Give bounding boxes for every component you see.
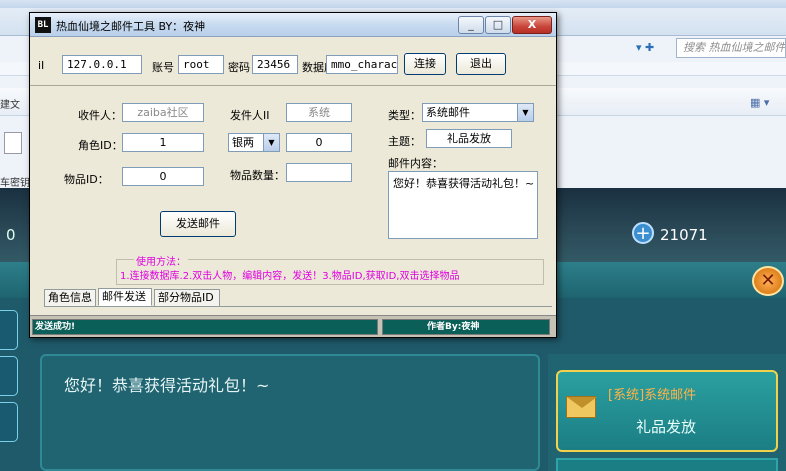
mail-type-select[interactable]: 系统邮件 ▼ <box>422 103 534 122</box>
game-side-tab[interactable] <box>0 356 18 396</box>
separator <box>30 85 556 86</box>
item-id-field[interactable]: 0 <box>122 167 204 186</box>
window-title: 热血仙境之邮件工具 BY：夜神 <box>56 20 206 33</box>
minimize-button[interactable]: _ <box>458 16 484 34</box>
usage-title: 使用方法： <box>134 253 188 268</box>
maximize-button[interactable]: □ <box>485 16 511 34</box>
status-message: 发送成功! <box>32 319 378 335</box>
game-side-tab[interactable] <box>0 402 18 442</box>
refresh-icon[interactable]: ▾ ✚ <box>636 38 674 58</box>
add-currency-icon[interactable]: + <box>632 222 654 244</box>
mail-tool-window: BL 热血仙境之邮件工具 BY：夜神 _ □ X iI 127.0.0.1 账号… <box>29 12 557 338</box>
subject-label: 主题： <box>388 135 421 148</box>
view-options-icon[interactable]: ▦ ▾ <box>750 96 769 109</box>
status-bar: 发送成功! 作者By:夜神 <box>30 315 556 337</box>
item-qty-field[interactable] <box>286 163 352 182</box>
tab-item-ids[interactable]: 部分物品ID <box>154 289 220 306</box>
mail-type-select-value: 系统邮件 <box>426 106 470 119</box>
envelope-icon <box>566 396 597 418</box>
recipient-field[interactable]: zaiba社区 <box>122 103 204 122</box>
mail-content-textarea[interactable]: 您好！恭喜获得活动礼包！~ <box>388 171 538 239</box>
exit-button[interactable]: 退出 <box>456 53 506 75</box>
content-label: 邮件内容： <box>388 157 443 170</box>
connect-button[interactable]: 连接 <box>404 53 446 75</box>
document-icon[interactable] <box>4 132 22 154</box>
game-mail-card-next[interactable] <box>556 458 778 471</box>
game-currency-value: 21071 <box>660 226 708 244</box>
close-button[interactable]: X <box>512 16 552 34</box>
item-qty-label: 物品数量： <box>230 169 285 182</box>
tab-strip: 角色信息 邮件发送 部分物品ID <box>44 288 554 306</box>
database-field[interactable]: mmo_charact <box>326 55 398 74</box>
send-mail-button[interactable]: 发送邮件 <box>160 211 236 237</box>
tab-baseline <box>44 306 552 307</box>
background-titlebar <box>0 0 786 8</box>
game-close-icon[interactable]: ✕ <box>752 266 784 296</box>
item-id-label: 物品ID： <box>64 173 109 186</box>
account-label: 账号 <box>152 61 174 74</box>
game-mail-card-title: [系统]系统邮件 <box>608 388 697 403</box>
type-label: 类型： <box>388 109 421 122</box>
ip-label: iI <box>38 59 45 72</box>
game-left-value: 0 <box>6 226 16 244</box>
background-side-label-2: 车密钥 <box>0 178 30 189</box>
game-mail-body: 您好！恭喜获得活动礼包！~ <box>64 376 270 395</box>
role-id-label: 角色ID： <box>78 139 123 152</box>
sender-field[interactable]: 系统 <box>286 103 352 122</box>
tab-role-info[interactable]: 角色信息 <box>44 289 96 306</box>
chevron-down-icon[interactable]: ▼ <box>517 104 533 121</box>
password-label: 密码 <box>228 61 250 74</box>
recipient-label: 收件人： <box>78 109 122 122</box>
currency-select-value: 银两 <box>232 136 254 149</box>
currency-select[interactable]: 银两 ▼ <box>228 133 280 152</box>
game-side-tab[interactable] <box>0 310 18 350</box>
app-icon: BL <box>35 17 51 33</box>
ip-field[interactable]: 127.0.0.1 <box>62 55 142 74</box>
sender-label: 发件人II <box>230 109 270 122</box>
password-field[interactable]: 23456 <box>252 55 298 74</box>
window-title-bar[interactable]: BL 热血仙境之邮件工具 BY：夜神 _ □ X <box>30 13 556 37</box>
tab-mail-send[interactable]: 邮件发送 <box>98 288 152 306</box>
status-author: 作者By:夜神 <box>382 319 550 335</box>
usage-text: 1.连接数据库.2.双击人物，编辑内容，发送！3.物品ID,获取ID,双击选择物… <box>120 271 460 282</box>
role-id-field[interactable]: 1 <box>122 133 204 152</box>
subject-field[interactable]: 礼品发放 <box>426 129 512 148</box>
browser-search-input[interactable]: 搜索 热血仙境之邮件 <box>676 38 786 58</box>
game-mail-card-subtitle: 礼品发放 <box>636 418 697 436</box>
game-left-tabs <box>0 300 20 471</box>
background-side-label: 建文 <box>0 100 20 111</box>
account-field[interactable]: root <box>178 55 224 74</box>
currency-amount-field[interactable]: 0 <box>286 133 352 152</box>
chevron-down-icon[interactable]: ▼ <box>263 134 279 151</box>
